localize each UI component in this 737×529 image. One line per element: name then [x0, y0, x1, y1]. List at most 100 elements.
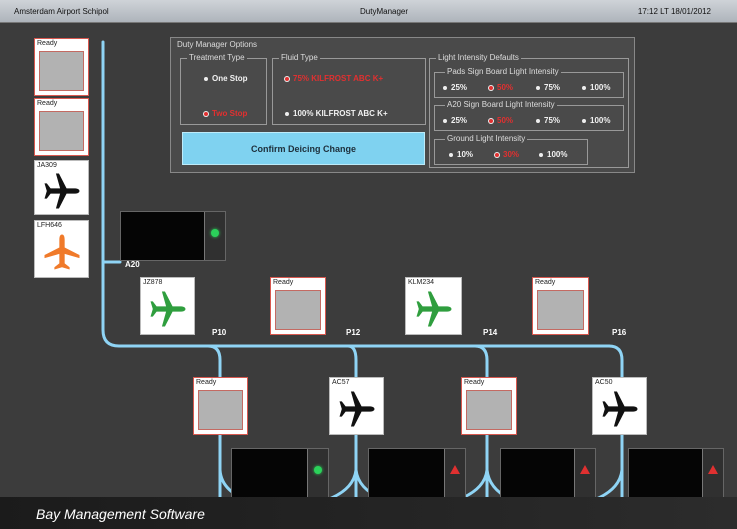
gate-p10-label: P10: [212, 328, 227, 337]
treatment-type-group: Treatment Type One Stop Two Stop: [180, 53, 267, 125]
confirm-deicing-button[interactable]: Confirm Deicing Change: [182, 132, 425, 165]
radio-dot-icon: [204, 111, 208, 116]
treatment-type-title: Treatment Type: [187, 53, 247, 62]
options-panel: Duty Manager Options Treatment Type One …: [170, 37, 635, 173]
green-led-icon: [314, 466, 322, 474]
ground-100[interactable]: 100%: [539, 150, 567, 159]
airplane-icon: [44, 173, 79, 209]
radio-dot-icon: [285, 76, 289, 81]
slot-label: Ready: [196, 379, 217, 386]
radio-dot-icon: [539, 152, 543, 157]
pads-50[interactable]: 50%: [489, 83, 513, 92]
flight-label: LFH646: [37, 222, 62, 229]
slot-label: Ready: [535, 279, 556, 286]
status-indicator: [574, 449, 595, 497]
flight-label: AC50: [595, 379, 613, 386]
pads-light-group: Pads Sign Board Light Intensity 25% 50% …: [434, 67, 624, 98]
radio-dot-icon: [536, 118, 540, 123]
slot-empty-area: [466, 390, 512, 430]
gate-p16-label: P16: [612, 328, 627, 337]
radio-dot-icon: [285, 111, 289, 116]
status-indicator: [702, 449, 723, 497]
status-indicator: [204, 212, 225, 260]
queue-slot[interactable]: Ready: [34, 98, 89, 156]
option-100-kilfrost[interactable]: 100% KILFROST ABC K+: [285, 109, 388, 118]
flight-label: JZ878: [143, 279, 163, 286]
queue-slot[interactable]: JA309: [34, 160, 89, 215]
warning-triangle-icon: [708, 465, 718, 474]
pad-slot[interactable]: AC57: [329, 377, 384, 435]
queue-slot[interactable]: Ready: [34, 38, 89, 96]
green-led-icon: [211, 229, 219, 237]
airplane-icon: [44, 234, 79, 270]
radio-dot-icon: [582, 118, 586, 123]
slot-label: Ready: [37, 40, 58, 47]
airplane-icon: [416, 291, 451, 327]
pads-75[interactable]: 75%: [536, 83, 560, 92]
pad-slot[interactable]: AC50: [592, 377, 647, 435]
a20-25[interactable]: 25%: [443, 116, 467, 125]
a20-sign-board: [120, 211, 226, 261]
radio-dot-icon: [449, 152, 453, 157]
flight-label: KLM234: [408, 279, 435, 286]
caption-text: Bay Management Software: [36, 506, 205, 522]
radio-dot-icon: [204, 76, 208, 81]
warning-triangle-icon: [450, 465, 460, 474]
airplane-icon: [602, 391, 637, 427]
option-75-kilfrost[interactable]: 75% KILFROST ABC K+: [285, 74, 383, 83]
pads-light-title: Pads Sign Board Light Intensity: [445, 67, 561, 76]
light-defaults-title: Light Intensity Defaults: [436, 53, 521, 62]
pad-sign-board: [368, 448, 466, 498]
airplane-icon: [339, 391, 374, 427]
option-one-stop[interactable]: One Stop: [204, 74, 248, 83]
ground-light-title: Ground Light Intensity: [445, 134, 528, 143]
light-defaults-group: Light Intensity Defaults Pads Sign Board…: [429, 53, 629, 168]
options-title: Duty Manager Options: [177, 40, 258, 49]
pad-sign-board: [231, 448, 329, 498]
flight-label: AC57: [332, 379, 350, 386]
slot-empty-area: [198, 390, 243, 430]
ground-30[interactable]: 30%: [495, 150, 519, 159]
radio-dot-icon: [495, 152, 499, 157]
pad-slot[interactable]: KLM234: [405, 277, 462, 335]
radio-dot-icon: [443, 85, 447, 90]
a20-100[interactable]: 100%: [582, 116, 610, 125]
slot-label: Ready: [37, 100, 58, 107]
pads-25[interactable]: 25%: [443, 83, 467, 92]
queue-slot[interactable]: LFH646: [34, 220, 89, 278]
caption-banner: Bay Management Software: [0, 497, 737, 529]
radio-dot-icon: [443, 118, 447, 123]
pad-sign-board: [628, 448, 724, 498]
a20-75[interactable]: 75%: [536, 116, 560, 125]
radio-dot-icon: [489, 85, 493, 90]
fluid-type-group: Fluid Type 75% KILFROST ABC K+ 100% KILF…: [272, 53, 426, 125]
radio-dot-icon: [582, 85, 586, 90]
option-two-stop[interactable]: Two Stop: [204, 109, 247, 118]
fluid-type-title: Fluid Type: [279, 53, 320, 62]
gate-p12-label: P12: [346, 328, 361, 337]
status-indicator: [307, 449, 328, 497]
pad-sign-board: [500, 448, 596, 498]
slot-label: Ready: [464, 379, 485, 386]
pad-slot[interactable]: JZ878: [140, 277, 195, 335]
pad-slot[interactable]: Ready: [461, 377, 517, 435]
a20-50[interactable]: 50%: [489, 116, 513, 125]
a20-light-title: A20 Sign Board Light Intensity: [445, 100, 557, 109]
warning-triangle-icon: [580, 465, 590, 474]
flight-label: JA309: [37, 162, 57, 169]
airplane-icon: [150, 291, 185, 327]
pad-slot[interactable]: Ready: [270, 277, 326, 335]
slot-empty-area: [39, 111, 84, 151]
gate-p14-label: P14: [483, 328, 498, 337]
a20-label: A20: [125, 260, 140, 269]
slot-empty-area: [537, 290, 584, 330]
slot-empty-area: [39, 51, 84, 91]
pad-slot[interactable]: Ready: [193, 377, 248, 435]
ground-10[interactable]: 10%: [449, 150, 473, 159]
status-indicator: [444, 449, 465, 497]
slot-empty-area: [275, 290, 321, 330]
pad-slot[interactable]: Ready: [532, 277, 589, 335]
radio-dot-icon: [536, 85, 540, 90]
pads-100[interactable]: 100%: [582, 83, 610, 92]
radio-dot-icon: [489, 118, 493, 123]
